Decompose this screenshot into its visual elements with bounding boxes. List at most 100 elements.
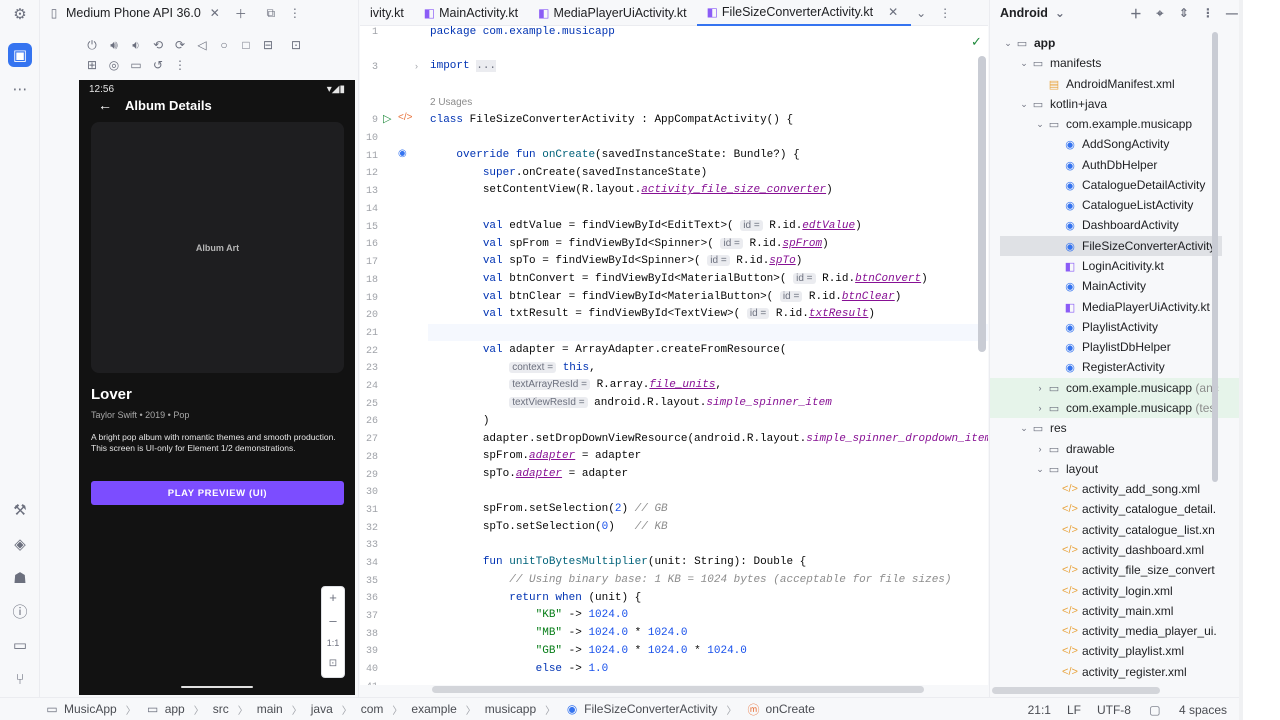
- breadcrumb-item[interactable]: example: [411, 702, 456, 716]
- no-problems-check-icon[interactable]: ✓: [971, 34, 982, 50]
- code-editor[interactable]: 1 3 9 10 11 12 13 14 15 16 17 18 19 20 2…: [360, 26, 988, 685]
- lock-icon[interactable]: ▢: [1147, 703, 1163, 717]
- volume-down-icon[interactable]: 🔉︎: [128, 38, 144, 53]
- tree-item[interactable]: ◧ LoginAcitivity.kt: [990, 256, 1239, 276]
- editor-tab[interactable]: ◧ MediaPlayerUiActivity.kt: [528, 0, 696, 26]
- add-device-icon[interactable]: ＋: [233, 5, 249, 22]
- expand-arrow-icon[interactable]: ⌄: [1018, 99, 1030, 110]
- tree-item[interactable]: </> activity_main.xml: [990, 601, 1239, 621]
- run-gutter-icon[interactable]: ▷: [383, 112, 391, 125]
- reset-icon[interactable]: ↺: [150, 58, 166, 72]
- logcat-icon[interactable]: ☗: [8, 566, 32, 590]
- tree-item[interactable]: › ▭ drawable: [990, 439, 1239, 459]
- breadcrumb-item[interactable]: MusicApp: [64, 702, 117, 716]
- breadcrumb-item[interactable]: src: [213, 702, 229, 716]
- rotate-left-icon[interactable]: ⟲: [150, 38, 166, 52]
- tree-item[interactable]: › ▭ com.example.musicapp (anc: [990, 378, 1239, 398]
- tree-item[interactable]: ◧ MediaPlayerUiActivity.kt: [990, 297, 1239, 317]
- more-options-icon[interactable]: ⋮: [1200, 6, 1216, 20]
- tree-item[interactable]: ◉ PlaylistActivity: [990, 317, 1239, 337]
- tree-item-selected[interactable]: ◉ FileSizeConverterActivity: [1000, 236, 1222, 256]
- expand-arrow-icon[interactable]: ›: [1034, 444, 1046, 454]
- breadcrumb-item[interactable]: com: [361, 702, 384, 716]
- editor-tab[interactable]: ◧ MainActivity.kt: [414, 0, 528, 26]
- zoom-actual-size-button[interactable]: 1:1: [322, 638, 344, 648]
- tree-item[interactable]: </> activity_register.xml: [990, 662, 1239, 682]
- breadcrumb-item[interactable]: main: [257, 702, 283, 716]
- back-arrow-icon[interactable]: ←: [91, 97, 119, 113]
- file-encoding[interactable]: UTF-8: [1097, 703, 1131, 717]
- tree-item[interactable]: ◉ CatalogueDetailActivity: [990, 175, 1239, 195]
- line-separator[interactable]: LF: [1067, 703, 1081, 717]
- usages-hint[interactable]: 2 Usages: [430, 97, 472, 108]
- mirror-icon[interactable]: ⊟: [260, 38, 276, 52]
- breadcrumb-item[interactable]: java: [311, 702, 333, 716]
- fold-arrow-icon[interactable]: ›: [415, 61, 418, 71]
- breadcrumb-item[interactable]: onCreate: [766, 702, 815, 716]
- hide-icon[interactable]: —: [1224, 6, 1239, 20]
- expand-arrow-icon[interactable]: ⌄: [1034, 464, 1046, 475]
- tree-item[interactable]: </> activity_dashboard.xml: [990, 540, 1239, 560]
- expand-arrow-icon[interactable]: ⌄: [1002, 38, 1014, 49]
- play-preview-button[interactable]: PLAY PREVIEW (UI): [91, 481, 344, 505]
- zoom-fit-icon[interactable]: ⊡: [322, 658, 344, 669]
- chevron-down-icon[interactable]: ⌄: [1052, 6, 1068, 20]
- tree-item[interactable]: </> activity_add_song.xml: [990, 479, 1239, 499]
- caret-position[interactable]: 21:1: [1028, 703, 1051, 717]
- tree-item[interactable]: ◉ RegisterActivity: [990, 357, 1239, 377]
- add-icon[interactable]: ＋: [1128, 5, 1144, 22]
- device-tab[interactable]: ▯ Medium Phone API 36.0 ✕: [40, 0, 229, 26]
- tree-item[interactable]: ◉ AuthDbHelper: [990, 155, 1239, 175]
- power-icon[interactable]: ⏻: [84, 38, 100, 53]
- back-icon[interactable]: ◁: [194, 38, 210, 52]
- code-token[interactable]: ...: [476, 60, 497, 72]
- gem-icon[interactable]: ◈: [8, 532, 32, 556]
- editor-tab-active[interactable]: ◧ FileSizeConverterActivity.kt ✕: [696, 0, 912, 26]
- overview-icon[interactable]: □: [238, 38, 254, 52]
- breadcrumb-item[interactable]: FileSizeConverterActivity: [584, 702, 717, 716]
- tree-item[interactable]: ▤ AndroidManifest.xml: [990, 74, 1239, 94]
- expand-arrow-icon[interactable]: ›: [1034, 383, 1046, 393]
- record-icon[interactable]: ▭: [128, 58, 144, 72]
- expand-arrow-icon[interactable]: ›: [1034, 403, 1046, 413]
- more-icon[interactable]: ⋯: [8, 77, 32, 101]
- editor-horizontal-scrollbar[interactable]: [432, 686, 924, 693]
- screen-record-icon[interactable]: ⊡: [288, 38, 304, 52]
- project-horizontal-scrollbar[interactable]: [992, 687, 1160, 694]
- tree-item[interactable]: ⌄ ▭ res: [990, 418, 1239, 438]
- tree-item[interactable]: ◉ PlaylistDbHelper: [990, 337, 1239, 357]
- close-tab-icon[interactable]: ✕: [885, 5, 901, 19]
- tree-item[interactable]: ◉ DashboardActivity: [990, 215, 1239, 235]
- tree-item[interactable]: ⌄ ▭ manifests: [990, 53, 1239, 73]
- more-options-icon[interactable]: ⋮: [172, 58, 188, 72]
- phone-screen[interactable]: 12:56 ▾◢▮ ← Album Details Album Art Love…: [79, 80, 355, 695]
- zoom-out-button[interactable]: –: [322, 613, 344, 628]
- tree-item[interactable]: </> activity_file_size_convert: [990, 560, 1239, 580]
- running-devices-icon[interactable]: ▣: [8, 43, 32, 67]
- expand-arrow-icon[interactable]: ⌄: [1018, 58, 1030, 69]
- close-icon[interactable]: ✕: [207, 6, 223, 20]
- tree-item[interactable]: ◉ MainActivity: [990, 276, 1239, 296]
- version-control-icon[interactable]: ⑂: [8, 667, 32, 691]
- tree-item[interactable]: </> activity_media_player_ui.: [990, 621, 1239, 641]
- collapse-icon[interactable]: ⇕: [1176, 6, 1192, 20]
- rotate-right-icon[interactable]: ⟳: [172, 38, 188, 52]
- tree-item[interactable]: ⌄ ▭ app: [990, 33, 1239, 53]
- tree-item[interactable]: ⌄ ▭ layout: [990, 459, 1239, 479]
- gesture-nav-handle[interactable]: [181, 686, 253, 688]
- layout-gutter-icon[interactable]: </>: [398, 112, 412, 123]
- project-vertical-scrollbar[interactable]: [1212, 32, 1218, 482]
- structure-icon[interactable]: ⚙: [8, 2, 32, 26]
- breadcrumb-item[interactable]: musicapp: [485, 702, 536, 716]
- fold-icon[interactable]: ⊞: [84, 58, 100, 72]
- expand-arrow-icon[interactable]: ⌄: [1034, 119, 1046, 130]
- tree-item[interactable]: ⌄ ▭ kotlin+java: [990, 94, 1239, 114]
- tree-item[interactable]: ◉ CatalogueListActivity: [990, 195, 1239, 215]
- tree-item[interactable]: ⌄ ▭ com.example.musicapp: [990, 114, 1239, 134]
- editor-vertical-scrollbar[interactable]: [978, 56, 986, 352]
- tree-item[interactable]: </> activity_catalogue_list.xn: [990, 520, 1239, 540]
- breadcrumb-item[interactable]: app: [165, 702, 185, 716]
- tree-item[interactable]: </> activity_playlist.xml: [990, 641, 1239, 661]
- indent-setting[interactable]: 4 spaces: [1179, 703, 1227, 717]
- build-icon[interactable]: ⚒: [8, 498, 32, 522]
